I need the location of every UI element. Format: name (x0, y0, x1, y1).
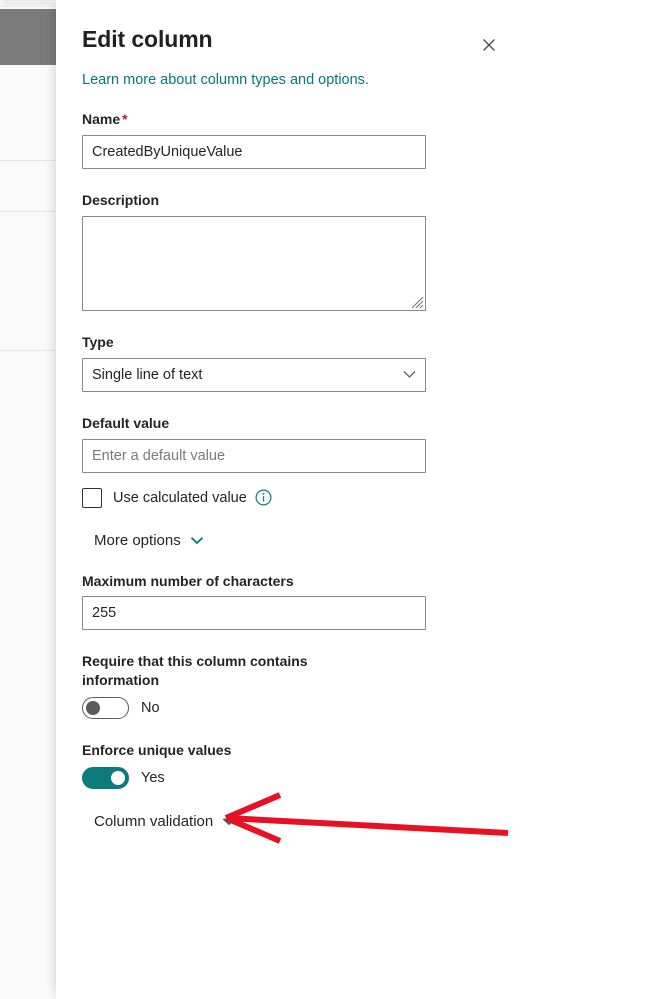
description-label: Description (82, 191, 160, 208)
default-value-input[interactable] (82, 438, 426, 473)
required-marker: * (122, 111, 128, 127)
page-title: Edit column (82, 26, 213, 52)
max-characters-input[interactable] (82, 596, 426, 631)
chevron-down-icon (222, 817, 236, 826)
toggle-knob (86, 701, 100, 716)
learn-more-link[interactable]: Learn more about column types and option… (82, 72, 502, 88)
name-label-text: Name (82, 111, 121, 127)
more-options-label: More options (94, 531, 181, 549)
toggle-knob (111, 771, 125, 786)
default-value-label: Default value (82, 414, 170, 431)
enforce-unique-values-row: Yes (82, 767, 502, 790)
name-label: Name * (82, 110, 502, 129)
require-information-state: No (141, 700, 160, 717)
use-calculated-value-row: Use calculated value (82, 487, 502, 508)
panel-header: Edit column (82, 26, 502, 68)
name-input[interactable] (82, 134, 426, 169)
info-icon[interactable] (255, 489, 272, 506)
type-select[interactable]: Single line of text (82, 357, 426, 392)
more-options-toggle[interactable]: More options (94, 532, 204, 549)
enforce-unique-values-label: Enforce unique values (82, 742, 232, 759)
type-label: Type (82, 333, 114, 350)
chevron-down-icon (190, 536, 204, 545)
column-validation-label: Column validation (94, 813, 214, 831)
column-validation-toggle[interactable]: Column validation (94, 813, 236, 830)
close-icon[interactable] (476, 32, 502, 58)
background-row-divider (0, 350, 56, 351)
background-row-divider (0, 160, 56, 161)
type-select-wrapper: Single line of text (82, 357, 426, 392)
use-calculated-value-label: Use calculated value (113, 489, 247, 506)
background-row-divider (0, 211, 56, 212)
require-information-label: Require that this column contains inform… (82, 653, 308, 689)
enforce-unique-values-state: Yes (141, 770, 165, 787)
require-information-row: No (82, 697, 502, 720)
edit-column-panel: Edit column Learn more about column type… (56, 0, 659, 999)
use-calculated-value-checkbox[interactable] (82, 487, 102, 508)
require-information-toggle[interactable] (82, 697, 129, 720)
max-characters-label: Maximum number of characters (82, 572, 294, 589)
description-textarea[interactable] (82, 215, 426, 311)
description-field-wrapper (82, 215, 426, 311)
nav-block (0, 9, 56, 65)
enforce-unique-values-toggle[interactable] (82, 767, 129, 790)
